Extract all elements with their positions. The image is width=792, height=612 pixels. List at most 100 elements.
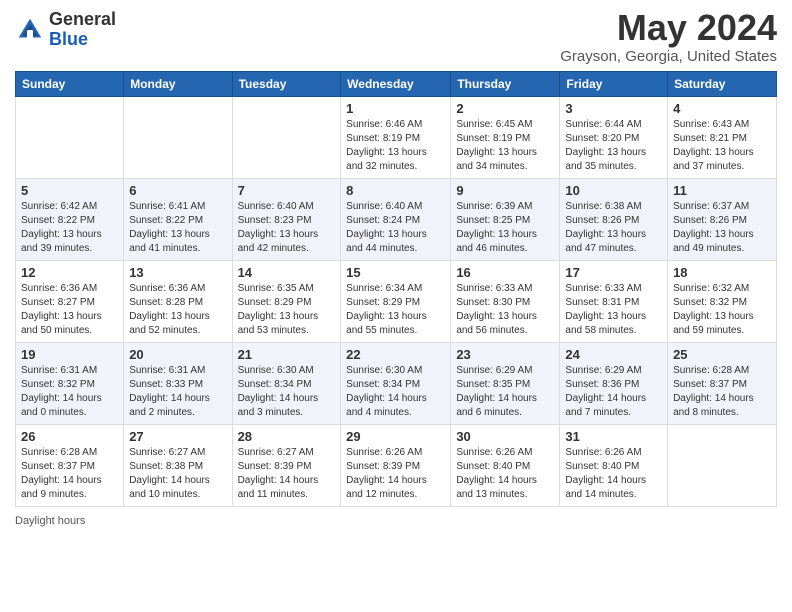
- day-info: Sunrise: 6:28 AMSunset: 8:37 PMDaylight:…: [21, 446, 118, 502]
- day-number: 11: [673, 183, 771, 198]
- day-info: Sunrise: 6:33 AMSunset: 8:30 PMDaylight:…: [456, 282, 554, 338]
- day-info: Sunrise: 6:38 AMSunset: 8:26 PMDaylight:…: [565, 200, 662, 256]
- logo-text: General Blue: [49, 10, 116, 50]
- day-info: Sunrise: 6:43 AMSunset: 8:21 PMDaylight:…: [673, 118, 771, 174]
- day-info: Sunrise: 6:30 AMSunset: 8:34 PMDaylight:…: [346, 364, 445, 420]
- calendar-cell: 12 Sunrise: 6:36 AMSunset: 8:27 PMDayligh…: [16, 261, 124, 343]
- day-number: 4: [673, 101, 771, 116]
- calendar-day-header: Monday: [124, 72, 232, 97]
- day-info: Sunrise: 6:30 AMSunset: 8:34 PMDaylight:…: [238, 364, 336, 420]
- day-info: Sunrise: 6:27 AMSunset: 8:38 PMDaylight:…: [129, 446, 226, 502]
- day-info: Sunrise: 6:29 AMSunset: 8:35 PMDaylight:…: [456, 364, 554, 420]
- calendar-cell: 4 Sunrise: 6:43 AMSunset: 8:21 PMDaylight…: [668, 97, 777, 179]
- logo: General Blue: [15, 10, 116, 50]
- calendar-day-header: Tuesday: [232, 72, 341, 97]
- day-info: Sunrise: 6:41 AMSunset: 8:22 PMDaylight:…: [129, 200, 226, 256]
- day-info: Sunrise: 6:27 AMSunset: 8:39 PMDaylight:…: [238, 446, 336, 502]
- day-number: 12: [21, 265, 118, 280]
- day-number: 3: [565, 101, 662, 116]
- day-number: 26: [21, 429, 118, 444]
- day-number: 13: [129, 265, 226, 280]
- day-info: Sunrise: 6:36 AMSunset: 8:27 PMDaylight:…: [21, 282, 118, 338]
- day-number: 25: [673, 347, 771, 362]
- day-info: Sunrise: 6:28 AMSunset: 8:37 PMDaylight:…: [673, 364, 771, 420]
- calendar-cell: 25 Sunrise: 6:28 AMSunset: 8:37 PMDayligh…: [668, 343, 777, 425]
- calendar-cell: 21 Sunrise: 6:30 AMSunset: 8:34 PMDayligh…: [232, 343, 341, 425]
- day-info: Sunrise: 6:35 AMSunset: 8:29 PMDaylight:…: [238, 282, 336, 338]
- day-number: 22: [346, 347, 445, 362]
- calendar-cell: 1Sunrise: 6:46 AMSunset: 8:19 PMDaylight…: [341, 97, 451, 179]
- day-info: Sunrise: 6:26 AMSunset: 8:39 PMDaylight:…: [346, 446, 445, 502]
- calendar-cell: 5 Sunrise: 6:42 AMSunset: 8:22 PMDaylight…: [16, 179, 124, 261]
- calendar-cell: [668, 425, 777, 507]
- calendar-cell: 27 Sunrise: 6:27 AMSunset: 8:38 PMDayligh…: [124, 425, 232, 507]
- day-info: Sunrise: 6:39 AMSunset: 8:25 PMDaylight:…: [456, 200, 554, 256]
- footer: Daylight hours: [15, 515, 777, 527]
- day-info: Sunrise: 6:36 AMSunset: 8:28 PMDaylight:…: [129, 282, 226, 338]
- calendar-week-row: 12 Sunrise: 6:36 AMSunset: 8:27 PMDayligh…: [16, 261, 777, 343]
- calendar-week-row: 5 Sunrise: 6:42 AMSunset: 8:22 PMDaylight…: [16, 179, 777, 261]
- header: General Blue May 2024 Grayson, Georgia, …: [15, 10, 777, 65]
- logo-general: General: [49, 9, 116, 29]
- title-section: May 2024 Grayson, Georgia, United States: [560, 10, 777, 65]
- day-info: Sunrise: 6:40 AMSunset: 8:24 PMDaylight:…: [346, 200, 445, 256]
- day-info: Sunrise: 6:44 AMSunset: 8:20 PMDaylight:…: [565, 118, 662, 174]
- day-number: 28: [238, 429, 336, 444]
- calendar-cell: [16, 97, 124, 179]
- calendar-cell: 30Sunrise: 6:26 AMSunset: 8:40 PMDayligh…: [451, 425, 560, 507]
- day-number: 29: [346, 429, 445, 444]
- calendar-cell: 20 Sunrise: 6:31 AMSunset: 8:33 PMDayligh…: [124, 343, 232, 425]
- day-number: 30: [456, 429, 554, 444]
- calendar-cell: 18Sunrise: 6:32 AMSunset: 8:32 PMDayligh…: [668, 261, 777, 343]
- day-number: 21: [238, 347, 336, 362]
- day-number: 2: [456, 101, 554, 116]
- day-number: 19: [21, 347, 118, 362]
- day-info: Sunrise: 6:45 AMSunset: 8:19 PMDaylight:…: [456, 118, 554, 174]
- calendar-cell: [232, 97, 341, 179]
- day-info: Sunrise: 6:33 AMSunset: 8:31 PMDaylight:…: [565, 282, 662, 338]
- calendar-day-header: Wednesday: [341, 72, 451, 97]
- day-info: Sunrise: 6:31 AMSunset: 8:32 PMDaylight:…: [21, 364, 118, 420]
- calendar-header-row: SundayMondayTuesdayWednesdayThursdayFrid…: [16, 72, 777, 97]
- location: Grayson, Georgia, United States: [560, 48, 777, 65]
- logo-blue: Blue: [49, 29, 88, 49]
- calendar-week-row: 19 Sunrise: 6:31 AMSunset: 8:32 PMDayligh…: [16, 343, 777, 425]
- day-number: 23: [456, 347, 554, 362]
- day-number: 18: [673, 265, 771, 280]
- calendar-cell: 16 Sunrise: 6:33 AMSunset: 8:30 PMDayligh…: [451, 261, 560, 343]
- day-number: 7: [238, 183, 336, 198]
- calendar-cell: 13 Sunrise: 6:36 AMSunset: 8:28 PMDayligh…: [124, 261, 232, 343]
- calendar-cell: 7 Sunrise: 6:40 AMSunset: 8:23 PMDaylight…: [232, 179, 341, 261]
- day-number: 5: [21, 183, 118, 198]
- day-info: Sunrise: 6:40 AMSunset: 8:23 PMDaylight:…: [238, 200, 336, 256]
- calendar-day-header: Saturday: [668, 72, 777, 97]
- calendar-cell: 31Sunrise: 6:26 AMSunset: 8:40 PMDayligh…: [560, 425, 668, 507]
- logo-icon: [15, 15, 45, 45]
- calendar-week-row: 26 Sunrise: 6:28 AMSunset: 8:37 PMDayligh…: [16, 425, 777, 507]
- calendar-cell: 8 Sunrise: 6:40 AMSunset: 8:24 PMDaylight…: [341, 179, 451, 261]
- day-info: Sunrise: 6:42 AMSunset: 8:22 PMDaylight:…: [21, 200, 118, 256]
- day-info: Sunrise: 6:31 AMSunset: 8:33 PMDaylight:…: [129, 364, 226, 420]
- calendar-cell: 11 Sunrise: 6:37 AMSunset: 8:26 PMDayligh…: [668, 179, 777, 261]
- calendar-cell: 19 Sunrise: 6:31 AMSunset: 8:32 PMDayligh…: [16, 343, 124, 425]
- calendar-cell: 9Sunrise: 6:39 AMSunset: 8:25 PMDaylight…: [451, 179, 560, 261]
- calendar-cell: 10Sunrise: 6:38 AMSunset: 8:26 PMDayligh…: [560, 179, 668, 261]
- day-number: 27: [129, 429, 226, 444]
- page: General Blue May 2024 Grayson, Georgia, …: [0, 0, 792, 612]
- day-number: 8: [346, 183, 445, 198]
- month-title: May 2024: [560, 10, 777, 46]
- day-number: 16: [456, 265, 554, 280]
- calendar-day-header: Thursday: [451, 72, 560, 97]
- day-number: 1: [346, 101, 445, 116]
- calendar-cell: 3 Sunrise: 6:44 AMSunset: 8:20 PMDaylight…: [560, 97, 668, 179]
- calendar-week-row: 1Sunrise: 6:46 AMSunset: 8:19 PMDaylight…: [16, 97, 777, 179]
- calendar-cell: 26 Sunrise: 6:28 AMSunset: 8:37 PMDayligh…: [16, 425, 124, 507]
- calendar-day-header: Friday: [560, 72, 668, 97]
- day-info: Sunrise: 6:29 AMSunset: 8:36 PMDaylight:…: [565, 364, 662, 420]
- day-info: Sunrise: 6:37 AMSunset: 8:26 PMDaylight:…: [673, 200, 771, 256]
- day-number: 6: [129, 183, 226, 198]
- day-number: 20: [129, 347, 226, 362]
- calendar-cell: 6 Sunrise: 6:41 AMSunset: 8:22 PMDaylight…: [124, 179, 232, 261]
- calendar: SundayMondayTuesdayWednesdayThursdayFrid…: [15, 71, 777, 507]
- calendar-cell: 2 Sunrise: 6:45 AMSunset: 8:19 PMDaylight…: [451, 97, 560, 179]
